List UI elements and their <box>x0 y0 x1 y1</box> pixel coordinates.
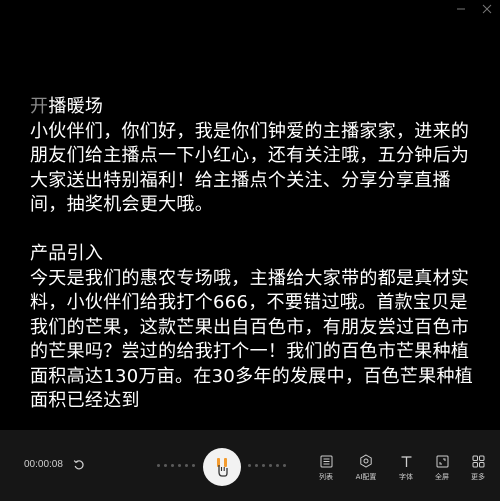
font-icon <box>401 455 411 467</box>
close-button[interactable] <box>474 0 500 18</box>
play-button[interactable] <box>203 448 241 486</box>
more-icon <box>472 455 484 467</box>
ai-config-icon <box>360 454 372 468</box>
ai-config-button[interactable]: AI配置 <box>349 453 383 482</box>
rotate-left-icon <box>73 460 84 470</box>
reset-button[interactable] <box>72 458 86 472</box>
fullscreen-label: 全屏 <box>435 473 449 481</box>
ai-config-label: AI配置 <box>355 473 377 481</box>
section-title-product: 产品引入 <box>30 243 104 264</box>
play-pause-icon <box>217 458 228 477</box>
speed-slider-right[interactable] <box>248 464 286 467</box>
window-controls <box>448 0 500 18</box>
more-button[interactable]: 更多 <box>461 453 495 482</box>
font-button[interactable]: 字体 <box>389 453 423 482</box>
list-icon <box>320 455 332 467</box>
teleprompter-window: 开播暖场 小伙伴们，你们好，我是你们钟爱的主播家家，进来的朋友们给主播点一下小红… <box>0 0 500 501</box>
more-label: 更多 <box>471 473 485 481</box>
section-paragraph-product: 今天是我们的惠农专场哦，主播给大家带的都是真材实料，小伙伴们给我打个666，不要… <box>30 267 474 412</box>
minimize-button[interactable] <box>448 0 474 18</box>
script-text-area[interactable]: 开播暖场 小伙伴们，你们好，我是你们钟爱的主播家家，进来的朋友们给主播点一下小红… <box>30 95 480 428</box>
section-title-rest: 播暖场 <box>48 96 104 117</box>
list-button[interactable]: 列表 <box>309 453 343 482</box>
close-icon <box>482 4 492 14</box>
section-paragraph-warmup: 小伙伴们，你们好，我是你们钟爱的主播家家，进来的朋友们给主播点一下小红心，还有关… <box>30 120 470 216</box>
font-label: 字体 <box>399 473 413 481</box>
list-label: 列表 <box>319 473 333 481</box>
elapsed-time: 00:00:08 <box>24 459 63 470</box>
section-title-first-char: 开 <box>30 96 49 117</box>
speed-slider-left[interactable] <box>157 464 195 467</box>
section-title-warmup: 开播暖场 <box>30 95 480 120</box>
bottom-toolbar: 00:00:08 列表 AI配置 字体 全屏 更多 <box>0 430 500 501</box>
minimize-icon <box>457 8 465 10</box>
section-gap <box>30 218 480 243</box>
fullscreen-icon <box>436 455 448 467</box>
fullscreen-button[interactable]: 全屏 <box>425 453 459 482</box>
